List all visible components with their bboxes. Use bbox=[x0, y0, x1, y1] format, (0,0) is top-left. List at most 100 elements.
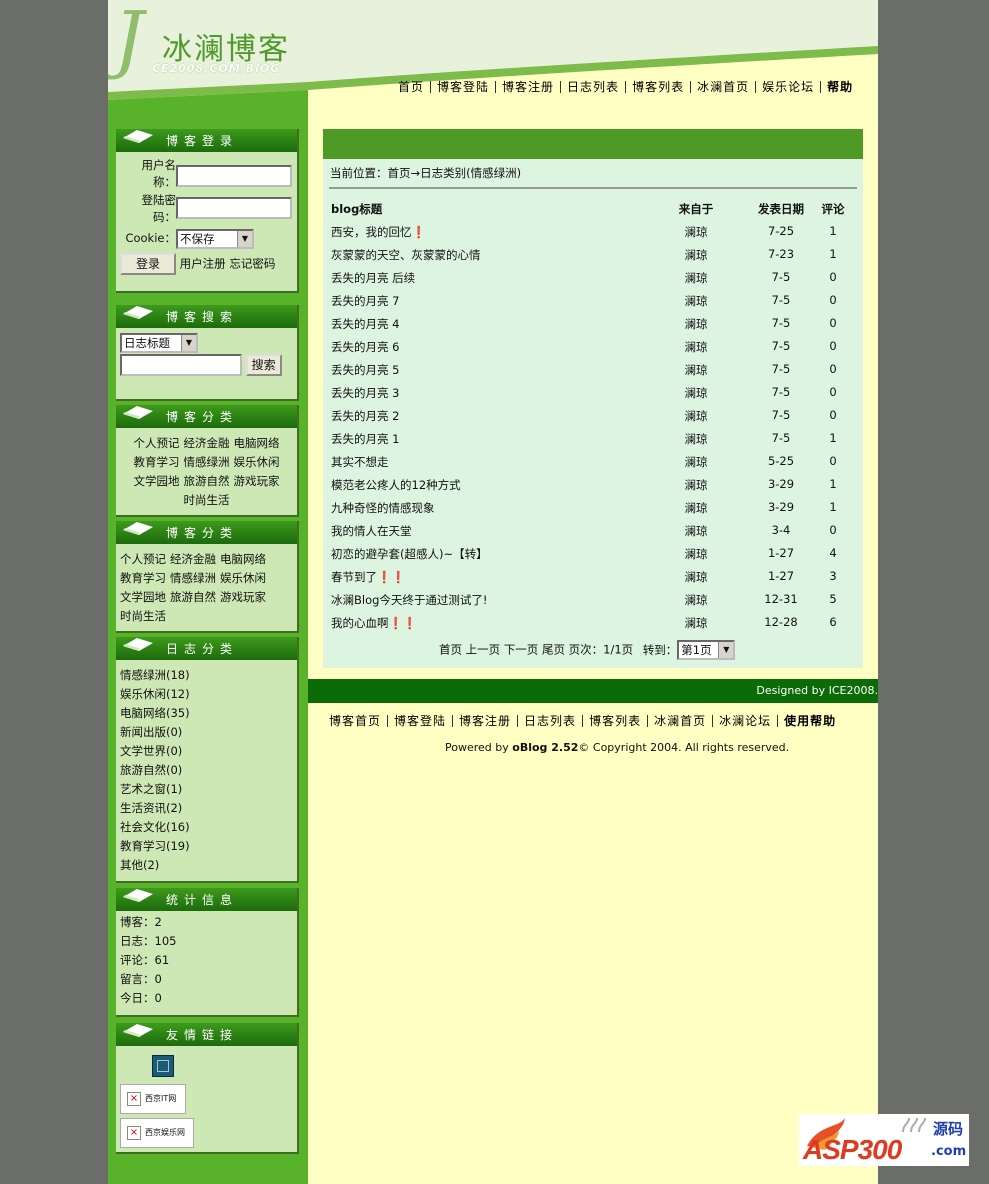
post-author[interactable]: 澜琼 bbox=[661, 316, 731, 332]
nav-log-list[interactable]: 日志列表 bbox=[560, 81, 625, 93]
post-title-link[interactable]: 冰澜Blog今天终于通过测试了! bbox=[331, 592, 661, 608]
log-category-link[interactable]: 生活资讯(2) bbox=[120, 799, 293, 818]
forgot-password-link[interactable]: 忘记密码 bbox=[229, 257, 275, 271]
log-category-link[interactable]: 电脑网络(35) bbox=[120, 704, 293, 723]
powered-product-link[interactable]: oBlog 2.52 bbox=[512, 741, 578, 754]
post-author[interactable]: 澜琼 bbox=[661, 385, 731, 401]
post-title-link[interactable]: 初恋的避孕套(超感人)~【转】 bbox=[331, 546, 661, 562]
post-title-link[interactable]: 我的情人在天堂 bbox=[331, 523, 661, 539]
category-link[interactable]: 旅游自然 bbox=[170, 590, 216, 604]
post-author[interactable]: 澜琼 bbox=[661, 592, 731, 608]
post-author[interactable]: 澜琼 bbox=[661, 523, 731, 539]
post-title-link[interactable]: 丢失的月亮 5 bbox=[331, 362, 661, 378]
footer-nav-register[interactable]: 博客注册 bbox=[452, 715, 517, 727]
login-button[interactable]: 登录 bbox=[120, 253, 177, 275]
footer-nav-blog-home[interactable]: 博客首页 bbox=[323, 715, 387, 727]
post-title-link[interactable]: 其实不想走 bbox=[331, 454, 661, 470]
category-link[interactable]: 经济金融 bbox=[184, 436, 230, 450]
post-title-link[interactable]: 春节到了❗❗ bbox=[331, 569, 661, 585]
post-author[interactable]: 澜琼 bbox=[661, 431, 731, 447]
log-category-link[interactable]: 情感绿洲(18) bbox=[120, 666, 293, 685]
post-title-link[interactable]: 丢失的月亮 6 bbox=[331, 339, 661, 355]
post-author[interactable]: 澜琼 bbox=[661, 454, 731, 470]
category-link[interactable]: 情感绿洲 bbox=[170, 571, 216, 585]
post-author[interactable]: 澜琼 bbox=[661, 270, 731, 286]
nav-home[interactable]: 首页 bbox=[392, 81, 430, 93]
footer-nav-blog-list[interactable]: 博客列表 bbox=[582, 715, 647, 727]
category-link[interactable]: 个人预记 bbox=[134, 436, 180, 450]
post-author[interactable]: 澜琼 bbox=[661, 408, 731, 424]
search-scope-select[interactable]: 日志标题 ▼ bbox=[120, 333, 198, 353]
post-title-link[interactable]: 模范老公疼人的12种方式 bbox=[331, 477, 661, 493]
post-title-link[interactable]: 九种奇怪的情感现象 bbox=[331, 500, 661, 516]
post-author[interactable]: 澜琼 bbox=[661, 224, 731, 240]
cookie-select[interactable]: 不保存 ▼ bbox=[176, 229, 254, 249]
category-link[interactable]: 教育学习 bbox=[120, 571, 166, 585]
username-input[interactable] bbox=[176, 165, 292, 187]
log-category-link[interactable]: 社会文化(16) bbox=[120, 818, 293, 837]
nav-blog-register[interactable]: 博客注册 bbox=[495, 81, 560, 93]
category-link[interactable]: 游戏玩家 bbox=[234, 474, 280, 488]
category-link[interactable]: 电脑网络 bbox=[220, 552, 266, 566]
register-link[interactable]: 用户注册 bbox=[180, 257, 226, 271]
log-category-link[interactable]: 文学世界(0) bbox=[120, 742, 293, 761]
post-title-link[interactable]: 我的心血啊❗❗ bbox=[331, 615, 661, 631]
post-author[interactable]: 澜琼 bbox=[661, 339, 731, 355]
log-category-link[interactable]: 教育学习(19) bbox=[120, 837, 293, 856]
pager-last[interactable]: 尾页 bbox=[542, 643, 565, 657]
post-title-link[interactable]: 丢失的月亮 2 bbox=[331, 408, 661, 424]
category-link[interactable]: 文学园地 bbox=[120, 590, 166, 604]
footer-nav-help[interactable]: 使用帮助 bbox=[777, 715, 842, 727]
log-category-link[interactable]: 艺术之窗(1) bbox=[120, 780, 293, 799]
pager-prev[interactable]: 上一页 bbox=[466, 643, 501, 657]
friend-link-2[interactable]: × 西京娱乐网 bbox=[120, 1118, 194, 1148]
post-title-link[interactable]: 丢失的月亮 3 bbox=[331, 385, 661, 401]
log-category-link[interactable]: 娱乐休闲(12) bbox=[120, 685, 293, 704]
category-link[interactable]: 娱乐休闲 bbox=[220, 571, 266, 585]
nav-blog-list[interactable]: 博客列表 bbox=[625, 81, 690, 93]
post-author[interactable]: 澜琼 bbox=[661, 362, 731, 378]
category-link[interactable]: 文学园地 bbox=[134, 474, 180, 488]
post-title-link[interactable]: 丢失的月亮 4 bbox=[331, 316, 661, 332]
pager-next[interactable]: 下一页 bbox=[504, 643, 539, 657]
footer-nav-forum[interactable]: 冰澜论坛 bbox=[712, 715, 777, 727]
post-author[interactable]: 澜琼 bbox=[661, 615, 731, 631]
category-link[interactable]: 情感绿洲 bbox=[184, 455, 230, 469]
pager-first[interactable]: 首页 bbox=[439, 643, 462, 657]
post-author[interactable]: 澜琼 bbox=[661, 569, 731, 585]
password-input[interactable] bbox=[176, 197, 292, 219]
page-select[interactable]: 第1页 ▼ bbox=[677, 640, 736, 660]
category-link[interactable]: 教育学习 bbox=[134, 455, 180, 469]
search-input[interactable] bbox=[120, 354, 242, 376]
nav-forum[interactable]: 娱乐论坛 bbox=[755, 81, 820, 93]
category-link[interactable]: 个人预记 bbox=[120, 552, 166, 566]
footer-nav-binglan-home[interactable]: 冰澜首页 bbox=[647, 715, 712, 727]
friend-link-1[interactable]: × 西京IT网 bbox=[120, 1084, 186, 1114]
search-button[interactable]: 搜索 bbox=[245, 354, 282, 376]
post-author[interactable]: 澜琼 bbox=[661, 477, 731, 493]
category-link[interactable]: 经济金融 bbox=[170, 552, 216, 566]
category-link[interactable]: 时尚生活 bbox=[120, 609, 166, 623]
post-title-link[interactable]: 丢失的月亮 1 bbox=[331, 431, 661, 447]
post-title-link[interactable]: 灰蒙蒙的天空、灰蒙蒙的心情 bbox=[331, 247, 661, 263]
category-link[interactable]: 游戏玩家 bbox=[220, 590, 266, 604]
log-category-link[interactable]: 旅游自然(0) bbox=[120, 761, 293, 780]
post-author[interactable]: 澜琼 bbox=[661, 546, 731, 562]
footer-nav-login[interactable]: 博客登陆 bbox=[387, 715, 452, 727]
category-link[interactable]: 电脑网络 bbox=[234, 436, 280, 450]
post-author[interactable]: 澜琼 bbox=[661, 293, 731, 309]
post-title-link[interactable]: 西安，我的回忆❗ bbox=[331, 224, 661, 240]
log-category-link[interactable]: 其他(2) bbox=[120, 856, 293, 875]
post-author[interactable]: 澜琼 bbox=[661, 500, 731, 516]
post-title-link[interactable]: 丢失的月亮 后续 bbox=[331, 270, 661, 286]
post-author[interactable]: 澜琼 bbox=[661, 247, 731, 263]
nav-blog-login[interactable]: 博客登陆 bbox=[430, 81, 495, 93]
nav-help[interactable]: 帮助 bbox=[820, 81, 859, 93]
footer-nav-log-list[interactable]: 日志列表 bbox=[517, 715, 582, 727]
post-title-link[interactable]: 丢失的月亮 7 bbox=[331, 293, 661, 309]
log-category-link[interactable]: 新闻出版(0) bbox=[120, 723, 293, 742]
category-link[interactable]: 时尚生活 bbox=[184, 493, 230, 507]
nav-binglan-home[interactable]: 冰澜首页 bbox=[690, 81, 755, 93]
link-banner-icon[interactable] bbox=[152, 1055, 174, 1077]
category-link[interactable]: 旅游自然 bbox=[184, 474, 230, 488]
